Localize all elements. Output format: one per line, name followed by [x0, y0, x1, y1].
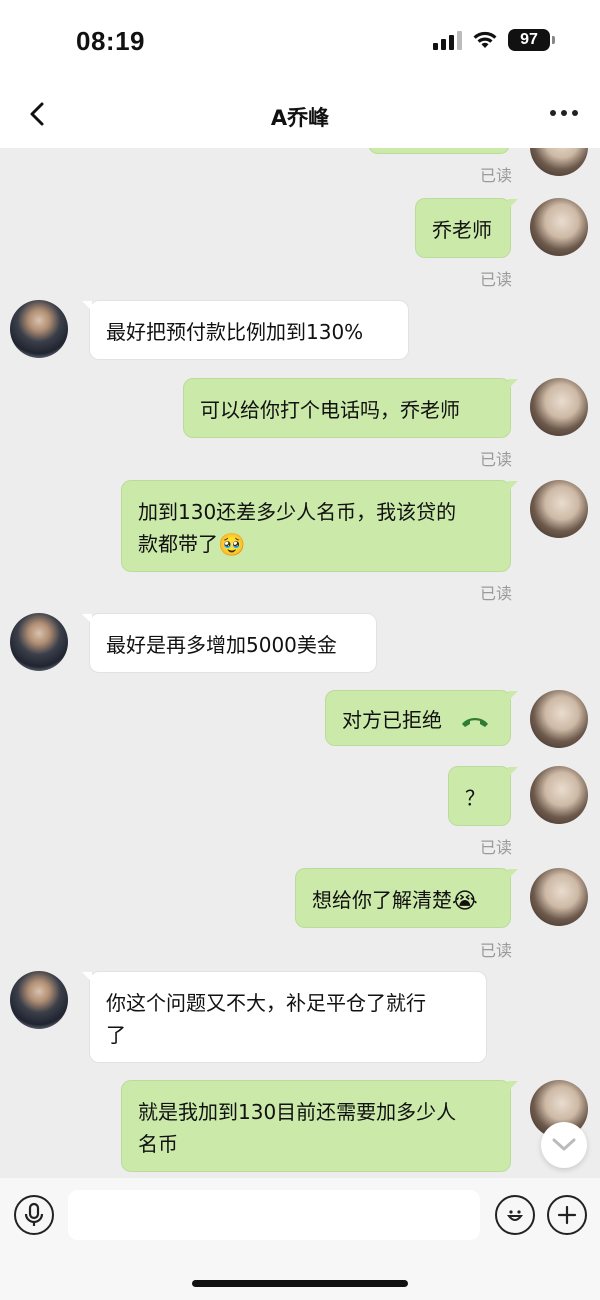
message-text-line: 款都带了	[138, 532, 218, 556]
read-receipt: 已读	[479, 166, 512, 185]
message-text: ？	[465, 786, 485, 810]
message-text-line: 名币	[138, 1132, 178, 1156]
message-text: 乔老师	[432, 218, 492, 242]
avatar[interactable]	[530, 868, 588, 926]
message-text: 想给你了解清楚	[312, 888, 452, 912]
chevron-down-icon	[552, 1138, 576, 1151]
voice-button[interactable]	[14, 1195, 54, 1235]
read-receipt: 已读	[479, 941, 512, 960]
plus-icon	[557, 1205, 577, 1225]
message-bubble-me[interactable]	[368, 148, 510, 154]
avatar[interactable]	[530, 378, 588, 436]
battery-icon: 97	[508, 29, 555, 51]
message-text-line: 就是我加到130目前还需要加多少人	[138, 1100, 457, 1124]
avatar[interactable]	[530, 766, 588, 824]
avatar[interactable]	[10, 613, 68, 671]
read-receipt: 已读	[479, 584, 512, 603]
avatar[interactable]	[530, 690, 588, 748]
message-bubble-me[interactable]: 乔老师	[415, 198, 518, 258]
add-button[interactable]	[547, 1195, 587, 1235]
read-receipt: 已读	[479, 270, 512, 289]
message-bubble-me[interactable]: 可以给你打个电话吗，乔老师	[183, 378, 518, 438]
message-input[interactable]	[68, 1190, 480, 1240]
avatar[interactable]	[10, 300, 68, 358]
phone-hangup-icon	[462, 717, 489, 727]
pleading-face-emoji: 🥹	[218, 532, 246, 558]
emoji-smile-icon	[506, 1210, 524, 1221]
emoji-button[interactable]	[495, 1195, 535, 1235]
message-text-line: 你这个问题又不大，补足平仓了就行	[106, 991, 426, 1015]
read-receipt: 已读	[479, 838, 512, 857]
message-bubble-them[interactable]: 最好是再多增加5000美金	[82, 613, 377, 673]
read-receipt: 已读	[479, 450, 512, 469]
home-indicator	[192, 1280, 408, 1287]
signal-icon	[433, 30, 462, 50]
message-bubble-me[interactable]: 对方已拒绝	[325, 690, 518, 746]
more-dots-icon[interactable]	[550, 110, 578, 116]
chat-area[interactable]: 已读 乔老师 已读 最好把预付款比例加到130% 可以给你打个电话吗，乔老师 已…	[0, 148, 600, 1178]
status-bar: 08:19 97	[0, 0, 600, 80]
message-text-line: 了	[106, 1023, 126, 1047]
microphone-icon	[24, 1202, 44, 1226]
nav-bar: A乔峰	[0, 80, 600, 148]
message-bubble-them[interactable]: 最好把预付款比例加到130%	[82, 300, 409, 360]
scroll-down-button[interactable]	[541, 1122, 587, 1168]
input-bar	[0, 1178, 600, 1300]
message-bubble-them[interactable]: 你这个问题又不大，补足平仓了就行 了	[82, 971, 487, 1063]
avatar[interactable]	[530, 198, 588, 256]
crying-face-emoji: 😭	[452, 888, 478, 914]
avatar[interactable]	[10, 971, 68, 1029]
message-text-line: 加到130还差多少人名币，我该贷的	[138, 500, 457, 524]
status-time: 08:19	[76, 26, 145, 56]
avatar[interactable]	[530, 148, 588, 176]
message-bubble-me[interactable]: ？	[448, 766, 518, 826]
wifi-icon	[473, 31, 497, 48]
message-text: 最好把预付款比例加到130%	[106, 320, 364, 344]
status-icons: 97	[433, 28, 555, 52]
message-bubble-me[interactable]: 加到130还差多少人名币，我该贷的 款都带了🥹	[121, 480, 518, 572]
message-text: 对方已拒绝	[342, 708, 442, 732]
message-bubble-me[interactable]: 想给你了解清楚😭	[295, 868, 518, 928]
message-bubble-me[interactable]: 就是我加到130目前还需要加多少人 名币	[121, 1080, 518, 1172]
avatar[interactable]	[530, 480, 588, 538]
message-text: 最好是再多增加5000美金	[106, 633, 337, 657]
message-text: 可以给你打个电话吗，乔老师	[200, 398, 460, 422]
chat-title: A乔峰	[270, 106, 330, 130]
